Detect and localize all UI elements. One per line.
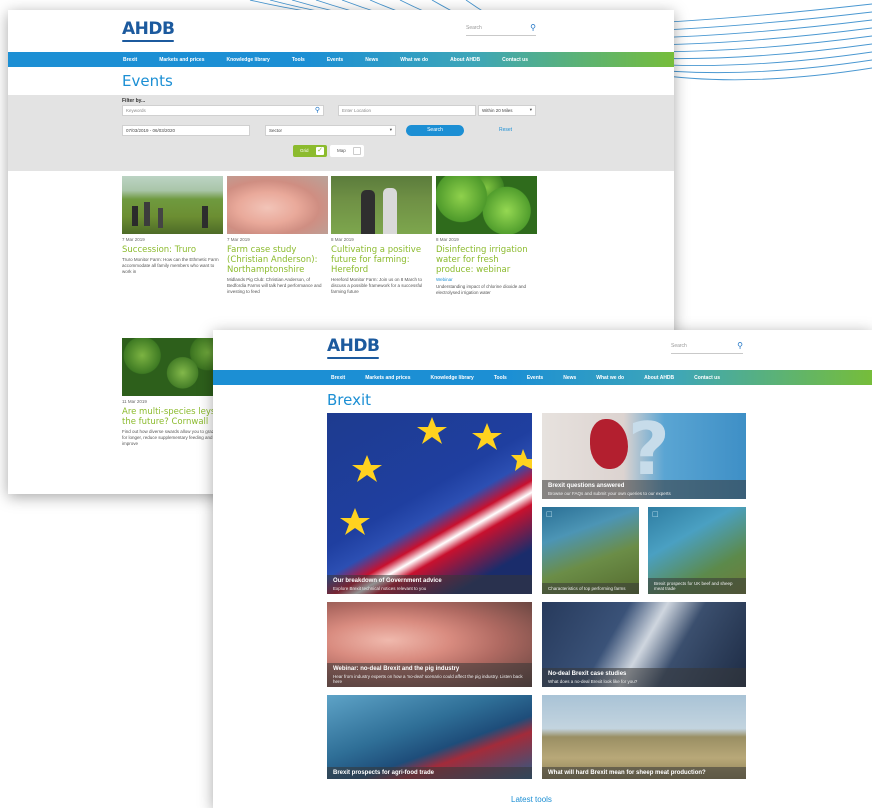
nav-item-markets[interactable]: Markets and prices — [159, 57, 204, 63]
event-tag[interactable]: Webinar — [436, 277, 537, 282]
tile-government-advice[interactable]: Our breakdown of Government advice Explo… — [327, 413, 532, 594]
tile-caption: Our breakdown of Government advice Explo… — [327, 575, 532, 594]
nav-item-knowledge[interactable]: Knowledge library — [227, 57, 270, 63]
ahdb-logo[interactable]: AHDB — [122, 19, 175, 42]
tile-brexit-questions[interactable]: ? Brexit questions answered Browse our F… — [542, 413, 746, 499]
tile-horizon-top-farms[interactable]: □ Characteristics of top performing farm… — [542, 507, 639, 594]
event-date: 7 Mar 2019 — [227, 237, 250, 242]
main-nav: Brexit Markets and prices Knowledge libr… — [8, 52, 674, 67]
event-title[interactable]: Are multi-species leys the future? Cornw… — [122, 407, 223, 427]
event-image-leys[interactable] — [122, 338, 223, 396]
nav-item-news[interactable]: News — [365, 57, 378, 63]
reset-link[interactable]: Reset — [499, 127, 512, 133]
search-icon[interactable]: ⚲ — [530, 23, 536, 32]
nav-item-events[interactable]: Events — [327, 57, 343, 63]
nav-item-about[interactable]: About AHDB — [644, 375, 674, 381]
distance-select[interactable]: Within 20 Miles ▾ — [478, 105, 536, 116]
tile-sheep-meat-production[interactable]: What will hard Brexit mean for sheep mea… — [542, 695, 746, 779]
event-title[interactable]: Farm case study (Christian Anderson): No… — [227, 245, 328, 275]
grid-view-toggle[interactable]: Grid ✓ — [293, 145, 327, 157]
event-image-lettuce[interactable] — [436, 176, 537, 234]
chevron-down-icon: ▾ — [389, 127, 392, 132]
event-date: 8 Mar 2019 — [436, 237, 459, 242]
tile-caption: Brexit questions answered Browse our FAQ… — [542, 480, 746, 499]
nav-item-contact[interactable]: Contact us — [694, 375, 720, 381]
event-image-farmers-in-field[interactable] — [122, 176, 223, 234]
ahdb-logo[interactable]: AHDB — [327, 336, 380, 359]
event-card[interactable]: 11 Mar 2019 Are multi-species leys the f… — [122, 338, 223, 447]
event-card[interactable]: 8 Mar 2019 Disinfecting irrigation water… — [436, 176, 537, 296]
event-card[interactable]: 8 Mar 2019 Cultivating a positive future… — [331, 176, 432, 295]
event-date: 8 Mar 2019 — [331, 237, 354, 242]
search-button[interactable]: Search — [406, 125, 464, 136]
tile-caption: Characteristics of top performing farms — [542, 583, 639, 594]
event-title[interactable]: Disinfecting irrigation water for fresh … — [436, 245, 537, 275]
location-input[interactable]: Enter Location — [338, 105, 476, 116]
main-nav: Brexit Markets and prices Knowledge libr… — [213, 370, 872, 385]
search-icon[interactable]: ⚲ — [737, 341, 743, 350]
nav-item-contact[interactable]: Contact us — [502, 57, 528, 63]
event-description: Find out how diverse swards allow you to… — [122, 429, 217, 446]
nav-item-events[interactable]: Events — [527, 375, 543, 381]
filter-panel: Filter by... Keywords ⚲ Enter Location W… — [8, 95, 674, 171]
page-title: Events — [122, 72, 173, 90]
checkbox-icon — [353, 147, 361, 155]
nav-item-news[interactable]: News — [563, 375, 576, 381]
nav-item-knowledge[interactable]: Knowledge library — [431, 375, 474, 381]
sector-select[interactable]: Sector ▾ — [265, 125, 396, 136]
nav-item-what-we-do[interactable]: What we do — [400, 57, 428, 63]
horizon-report-icon: □ — [652, 510, 659, 518]
keywords-input[interactable]: Keywords ⚲ — [122, 105, 324, 116]
nav-item-tools[interactable]: Tools — [292, 57, 305, 63]
event-description: Understanding impact of chlorine dioxide… — [436, 284, 527, 295]
map-view-toggle[interactable]: Map — [330, 145, 364, 157]
nav-item-about[interactable]: About AHDB — [450, 57, 480, 63]
site-search-input[interactable]: Search ⚲ — [671, 340, 743, 354]
event-date: 7 Mar 2019 — [122, 237, 145, 242]
tile-caption: What will hard Brexit mean for sheep mea… — [542, 767, 746, 779]
site-search-input[interactable]: Search ⚲ — [466, 22, 536, 36]
date-range-input[interactable]: 07/03/2019 - 06/03/2020 — [122, 125, 250, 136]
tile-caption: No-deal Brexit case studies What does a … — [542, 668, 746, 687]
event-description: Truro Monitor Farm: How can the Ethmetic… — [122, 257, 219, 274]
tile-caption: Brexit prospects for UK beef and sheep m… — [648, 578, 746, 594]
event-image-pig[interactable] — [227, 176, 328, 234]
nav-item-brexit[interactable]: Brexit — [123, 57, 137, 63]
tile-caption: Brexit prospects for agri-food trade — [327, 767, 532, 779]
uk-map-icon — [590, 419, 628, 469]
tile-agri-food-trade[interactable]: Brexit prospects for agri-food trade — [327, 695, 532, 779]
filter-label: Filter by... — [122, 98, 146, 104]
event-title[interactable]: Succession: Truro — [122, 245, 223, 255]
latest-tools-heading: Latest tools — [511, 795, 552, 804]
nav-item-markets[interactable]: Markets and prices — [365, 375, 410, 381]
checkbox-checked-icon: ✓ — [316, 147, 324, 155]
event-description: Hereford Monitor Farm: Join us on 8 Marc… — [331, 277, 423, 294]
event-image-two-farmers[interactable] — [331, 176, 432, 234]
event-title[interactable]: Cultivating a positive future for farmin… — [331, 245, 432, 275]
event-card[interactable]: 7 Mar 2019 Succession: Truro Truro Monit… — [122, 176, 223, 275]
showcase-canvas: AHDB Search ⚲ Brexit Markets and prices … — [0, 0, 872, 808]
nav-item-what-we-do[interactable]: What we do — [596, 375, 624, 381]
search-icon[interactable]: ⚲ — [315, 106, 320, 114]
page-title: Brexit — [327, 391, 372, 409]
brexit-page-screenshot: AHDB Search ⚲ Brexit Markets and prices … — [213, 330, 872, 808]
eu-stars-icon — [340, 417, 532, 535]
nav-item-tools[interactable]: Tools — [494, 375, 507, 381]
chevron-down-icon: ▾ — [529, 107, 532, 112]
tile-horizon-beef-sheep[interactable]: □ Brexit prospects for UK beef and sheep… — [648, 507, 746, 594]
tile-pig-webinar[interactable]: Webinar: no-deal Brexit and the pig indu… — [327, 602, 532, 687]
event-date: 11 Mar 2019 — [122, 399, 147, 404]
tile-caption: Webinar: no-deal Brexit and the pig indu… — [327, 663, 532, 687]
event-card[interactable]: 7 Mar 2019 Farm case study (Christian An… — [227, 176, 328, 295]
horizon-report-icon: □ — [546, 510, 553, 518]
event-description: Midlands Pig Club: Christian Anderson, o… — [227, 277, 322, 294]
tile-no-deal-case-studies[interactable]: No-deal Brexit case studies What does a … — [542, 602, 746, 687]
nav-item-brexit[interactable]: Brexit — [331, 375, 345, 381]
